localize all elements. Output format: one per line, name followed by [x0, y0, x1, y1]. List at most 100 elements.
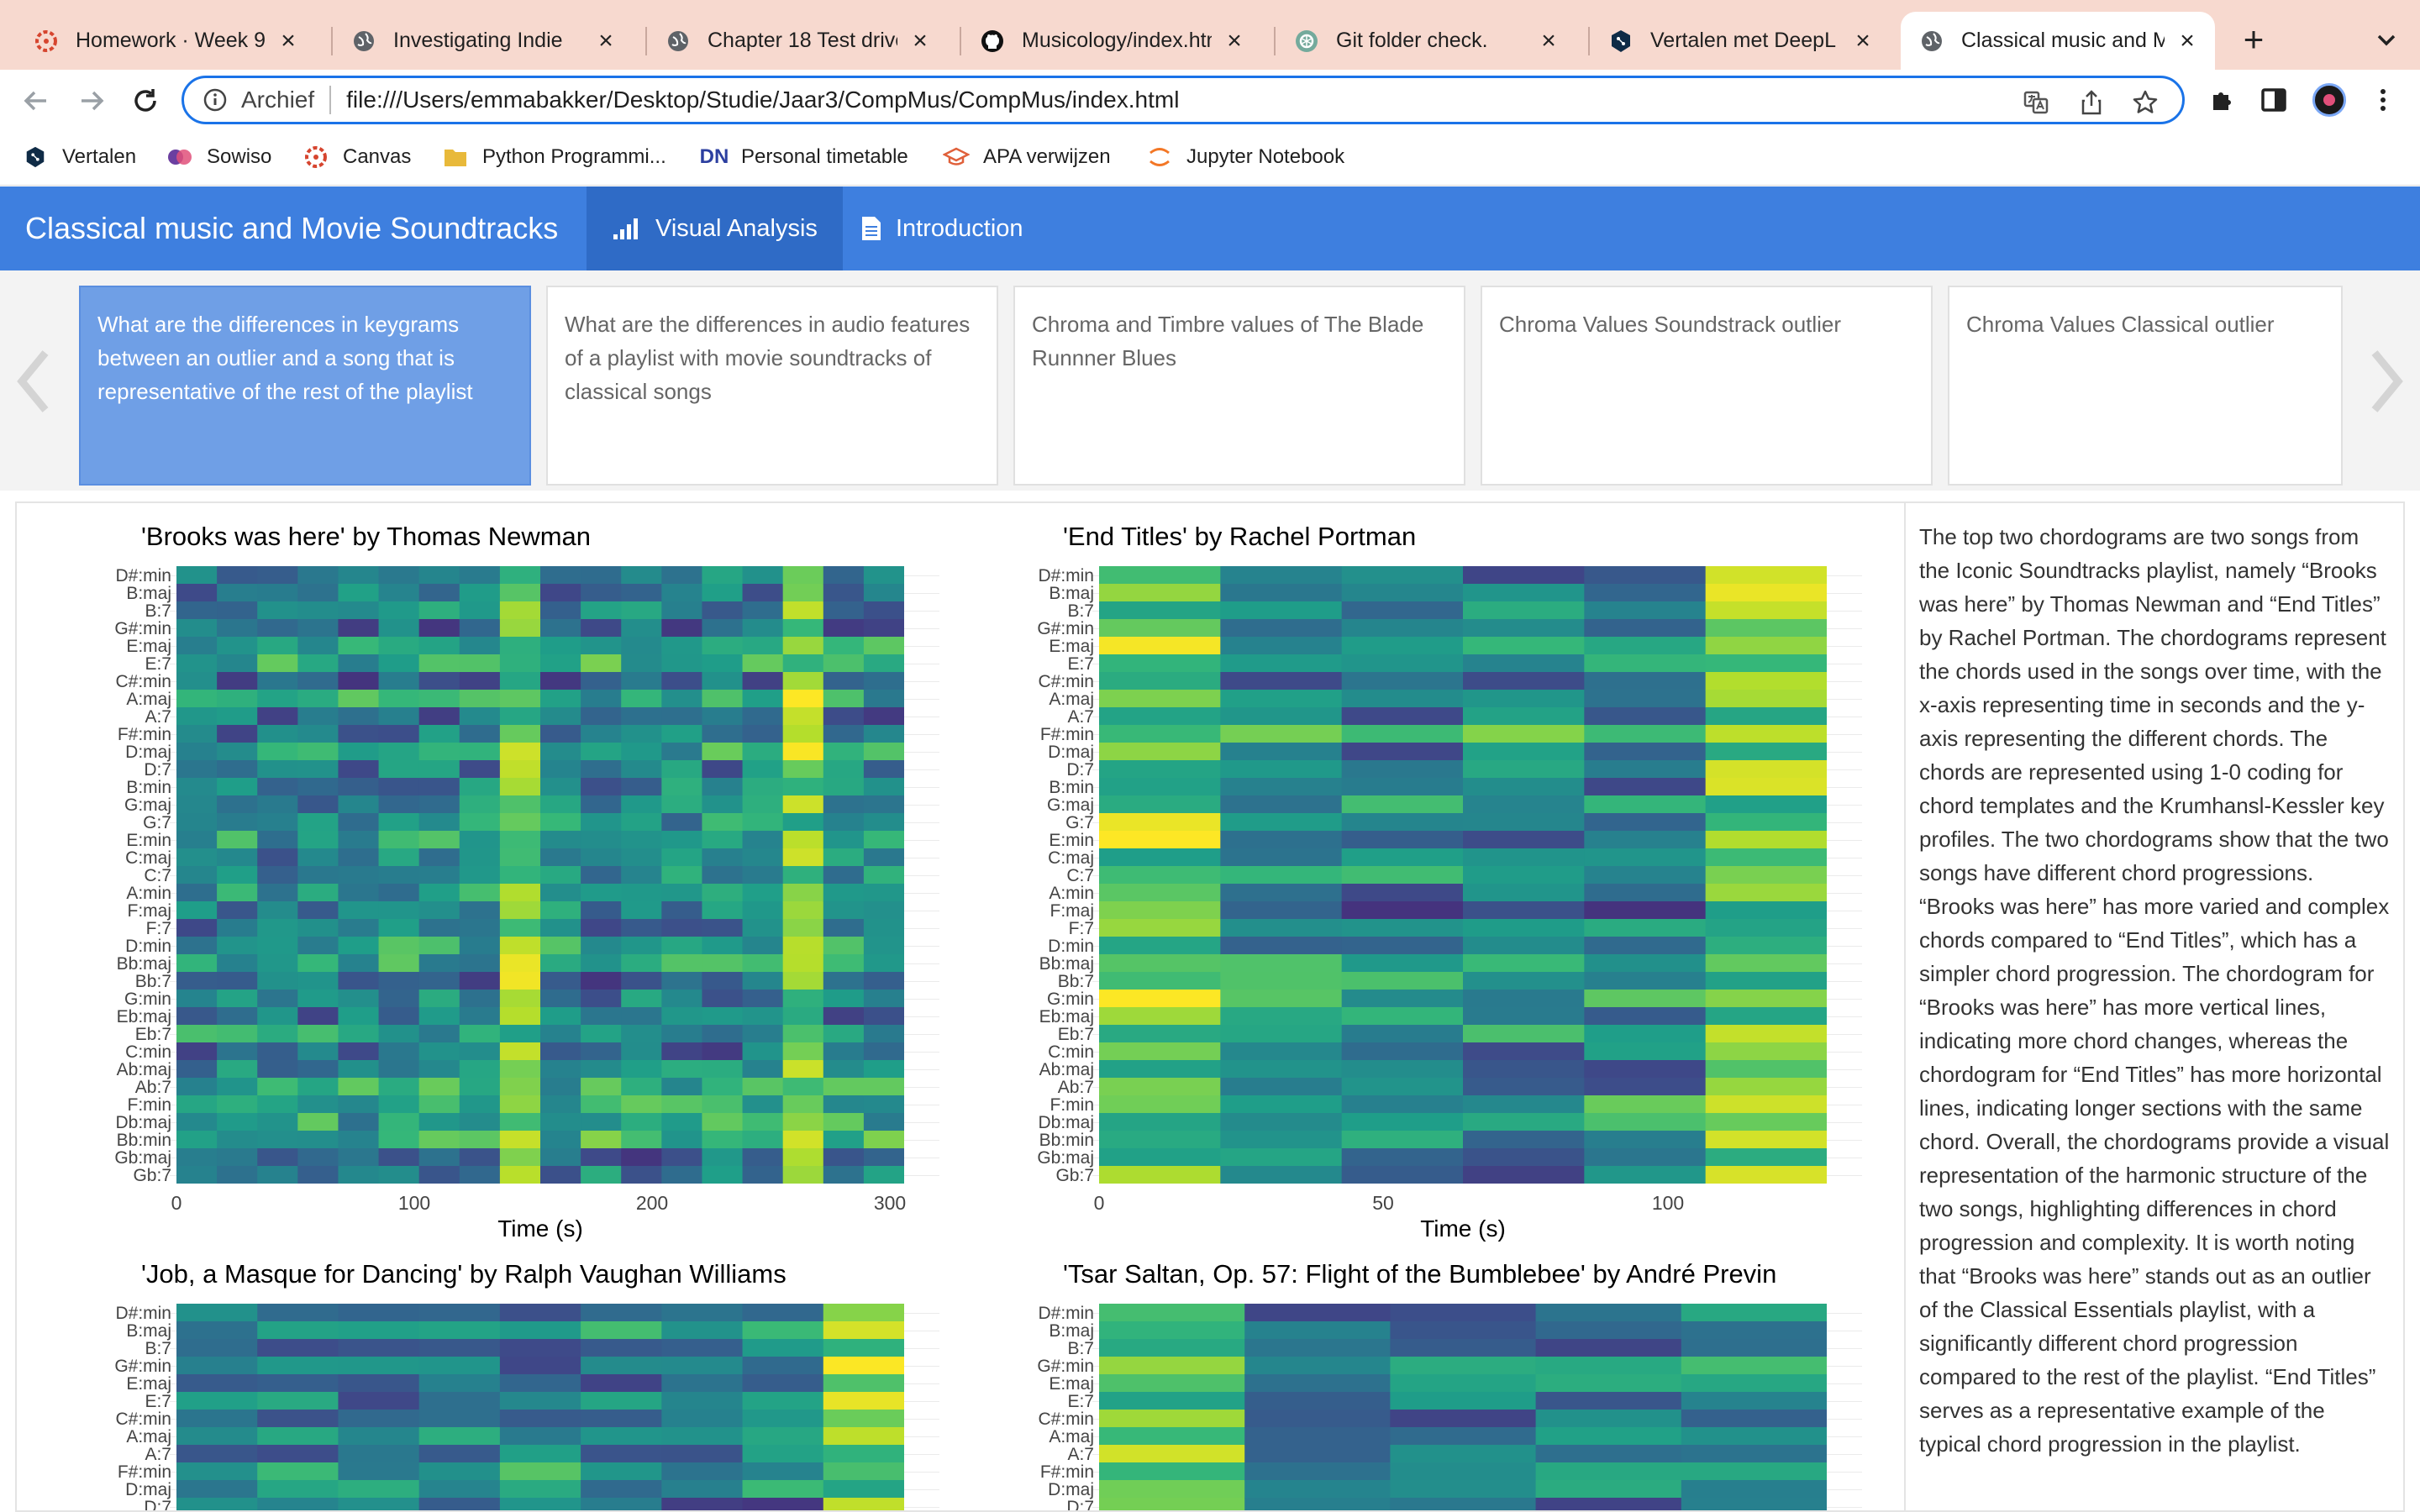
- close-icon[interactable]: ×: [2175, 28, 2200, 54]
- heatmap-cell: [257, 672, 298, 690]
- heatmap-cell: [863, 1166, 904, 1184]
- bookmark-item[interactable]: Canvas: [302, 142, 411, 172]
- heatmap-cell: [1099, 1131, 1221, 1149]
- browser-tab[interactable]: Vertalen met DeepL T ×: [1590, 12, 1891, 70]
- heatmap-cell: [823, 619, 865, 638]
- new-tab-button[interactable]: +: [2237, 22, 2270, 57]
- heatmap-cell: [1220, 690, 1343, 708]
- tab-search-button[interactable]: [2370, 24, 2403, 57]
- chart-y-tick-label: Db:maj: [115, 1113, 171, 1132]
- heatmap-cell: [338, 584, 380, 602]
- chevron-left-icon[interactable]: [15, 348, 52, 415]
- chart-y-tick-label: Db:maj: [1038, 1113, 1094, 1132]
- heatmap-cell: [459, 1042, 501, 1061]
- bookmark-item[interactable]: Sowiso: [166, 142, 271, 172]
- nav-tab-visual-analysis[interactable]: Visual Analysis: [587, 186, 843, 270]
- heatmap-cell: [782, 1060, 824, 1079]
- chart-y-tick-label: Eb:7: [134, 1025, 171, 1044]
- heatmap-cell: [1244, 1427, 1391, 1446]
- reload-button[interactable]: [128, 83, 163, 118]
- close-icon[interactable]: ×: [593, 28, 618, 54]
- heatmap-cell: [1099, 901, 1221, 920]
- heatmap-cell: [661, 1321, 744, 1340]
- heatmap-cell: [823, 566, 865, 585]
- translate-icon[interactable]: [2023, 89, 2049, 116]
- close-icon[interactable]: ×: [1222, 28, 1247, 54]
- close-icon[interactable]: ×: [1850, 28, 1876, 54]
- browser-tab[interactable]: Chapter 18 Test drive ×: [647, 12, 948, 70]
- heatmap-cell: [176, 795, 218, 814]
- heatmap-cell: [621, 1025, 662, 1043]
- url-text[interactable]: file:///Users/emmabakker/Desktop/Studie/…: [346, 87, 1179, 113]
- heatmap-cell: [540, 1148, 581, 1167]
- story-item-keygrams[interactable]: What are the differences in keygrams bet…: [79, 286, 531, 486]
- heatmap-cell: [540, 866, 581, 885]
- bookmark-item[interactable]: Jupyter Notebook: [1146, 142, 1344, 172]
- heatmap-cell: [1099, 937, 1221, 955]
- side-panel-icon[interactable]: [2259, 85, 2289, 115]
- heatmap-cell: [782, 848, 824, 867]
- chart-y-tick-label: D:7: [1066, 1498, 1094, 1512]
- info-icon[interactable]: [203, 87, 228, 113]
- heatmap-cell: [176, 690, 218, 708]
- bookmark-label: Jupyter Notebook: [1186, 145, 1345, 168]
- heatmap-cell: [217, 760, 258, 779]
- heatmap-cell: [257, 1304, 339, 1322]
- heatmap-cell: [378, 707, 420, 726]
- close-icon[interactable]: ×: [908, 28, 933, 54]
- heatmap-cell: [499, 1113, 541, 1131]
- heatmap-cell: [1099, 1445, 1245, 1463]
- site-brand[interactable]: Classical music and Movie Soundtracks: [25, 186, 558, 270]
- chart-y-tick-label: G:min: [1046, 990, 1094, 1009]
- bookmark-item[interactable]: DN Personal timetable: [700, 142, 908, 172]
- browser-tab[interactable]: Investigating Indie ×: [333, 12, 634, 70]
- address-bar[interactable]: Archief file:///Users/emmabakker/Desktop…: [182, 76, 2185, 124]
- story-item-classical-outlier[interactable]: Chroma Values Classical outlier: [1948, 286, 2343, 486]
- heatmap-cell: [1705, 1131, 1827, 1149]
- share-icon[interactable]: [2078, 89, 2105, 116]
- extensions-icon[interactable]: [2207, 85, 2237, 115]
- close-icon[interactable]: ×: [276, 28, 301, 54]
- heatmap-cell: [297, 690, 339, 708]
- browser-tab[interactable]: Homework · Week 9: ×: [15, 12, 316, 70]
- heatmap-cell: [782, 954, 824, 973]
- heatmap-cell: [1705, 937, 1827, 955]
- story-item-audio-features[interactable]: What are the differences in audio featur…: [546, 286, 998, 486]
- avatar[interactable]: [2312, 83, 2346, 117]
- nav-tab-introduction[interactable]: Introduction: [835, 186, 1049, 270]
- bookmark-item[interactable]: Python Programmi...: [442, 142, 666, 172]
- heatmap-cell: [581, 1060, 622, 1079]
- heatmap-cell: [1681, 1462, 1827, 1481]
- heatmap-cell: [581, 778, 622, 796]
- heatmap-cell: [499, 1480, 581, 1499]
- heatmap-cell: [338, 954, 380, 973]
- heatmap-cell: [378, 866, 420, 885]
- browser-tab[interactable]: Git folder check. ×: [1276, 12, 1576, 70]
- heatmap-cell: [1099, 690, 1221, 708]
- heatmap-cell: [621, 619, 662, 638]
- close-icon[interactable]: ×: [1536, 28, 1561, 54]
- bookmark-star-icon[interactable]: [2132, 89, 2159, 116]
- story-item-soundtrack-outlier[interactable]: Chroma Values Soundstrack outlier: [1481, 286, 1933, 486]
- heatmap-cell: [1099, 1304, 1245, 1322]
- heatmap-cell: [1341, 778, 1464, 796]
- heatmap-cell: [378, 654, 420, 673]
- bookmark-item[interactable]: APA verwijzen: [943, 142, 1111, 172]
- heatmap-cell: [742, 1148, 784, 1167]
- heatmap-cell: [1390, 1339, 1537, 1357]
- back-button[interactable]: [18, 83, 54, 118]
- heatmap-cell: [257, 1339, 339, 1357]
- forward-button[interactable]: [74, 83, 109, 118]
- heatmap-cell: [217, 848, 258, 867]
- story-item-blade-runner[interactable]: Chroma and Timbre values of The Blade Ru…: [1013, 286, 1465, 486]
- heatmap-cell: [378, 990, 420, 1008]
- heatmap-cell: [581, 1374, 662, 1393]
- heatmap-cell: [823, 901, 865, 920]
- browser-tab-active[interactable]: Classical music and M ×: [1901, 12, 2215, 70]
- kebab-menu-icon[interactable]: [2368, 85, 2398, 115]
- bookmark-item[interactable]: Vertalen: [22, 142, 136, 172]
- chevron-right-icon[interactable]: [2368, 348, 2405, 415]
- heatmap-cell: [863, 1131, 904, 1149]
- chart-y-tick-label: D:min: [1048, 937, 1094, 956]
- browser-tab[interactable]: Musicology/index.htm ×: [961, 12, 1262, 70]
